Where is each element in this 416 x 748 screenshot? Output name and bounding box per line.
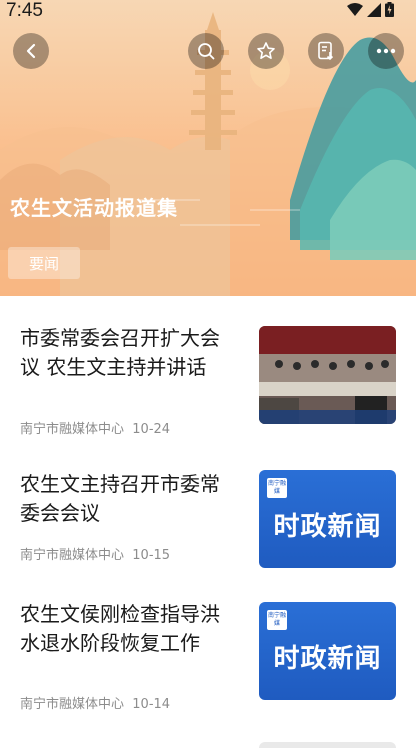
status-bar: 7:45 — [0, 0, 416, 24]
status-icons — [347, 2, 394, 17]
search-button[interactable] — [188, 33, 224, 69]
brand-logo: 南宁融媒 — [267, 610, 287, 630]
favorite-button[interactable] — [248, 33, 284, 69]
tab-news[interactable]: 要闻 — [8, 247, 80, 279]
status-time: 7:45 — [6, 0, 43, 21]
signal-icon — [367, 2, 381, 17]
page-title: 农生文活动报道集 — [10, 196, 178, 220]
chevron-left-icon — [26, 43, 36, 59]
news-thumbnail-photo[interactable] — [259, 326, 396, 424]
star-icon — [257, 42, 275, 59]
news-meta: 南宁市融媒体中心 10-14 — [20, 693, 170, 712]
news-date: 10-15 — [132, 548, 171, 563]
wifi-icon — [347, 2, 363, 16]
news-meta: 南宁市融媒体中心 10-15 — [20, 544, 170, 563]
meeting-photo — [259, 326, 396, 424]
header-banner: 7:45 农生文活动报道集 要闻 — [0, 0, 416, 296]
news-date: 10-24 — [132, 422, 171, 437]
document-button[interactable] — [308, 33, 344, 69]
news-date: 10-14 — [132, 697, 171, 712]
news-title[interactable]: 农生文侯刚检查指导洪水退水阶段恢复工作 — [20, 600, 230, 658]
next-item-peek — [259, 742, 396, 748]
news-source: 南宁市融媒体中心 — [20, 422, 125, 437]
news-source: 南宁市融媒体中心 — [20, 548, 125, 563]
news-title[interactable]: 农生文主持召开市委常委会会议 — [20, 470, 230, 528]
document-download-icon — [318, 41, 334, 61]
more-horizontal-icon — [376, 48, 396, 54]
news-thumbnail-banner[interactable]: 南宁融媒 时政新闻 — [259, 470, 396, 568]
thumbnail-text: 时政新闻 — [273, 512, 382, 542]
news-title[interactable]: 市委常委会召开扩大会议 农生文主持并讲话 — [20, 324, 230, 382]
thumbnail-text: 时政新闻 — [273, 644, 382, 674]
search-icon — [198, 43, 215, 60]
news-thumbnail-banner[interactable]: 南宁融媒 时政新闻 — [259, 602, 396, 700]
news-source: 南宁市融媒体中心 — [20, 697, 125, 712]
brand-logo: 南宁融媒 — [267, 478, 287, 498]
back-button[interactable] — [13, 33, 49, 69]
news-meta: 南宁市融媒体中心 10-24 — [20, 418, 170, 437]
more-button[interactable] — [368, 33, 404, 69]
battery-icon — [385, 2, 394, 17]
